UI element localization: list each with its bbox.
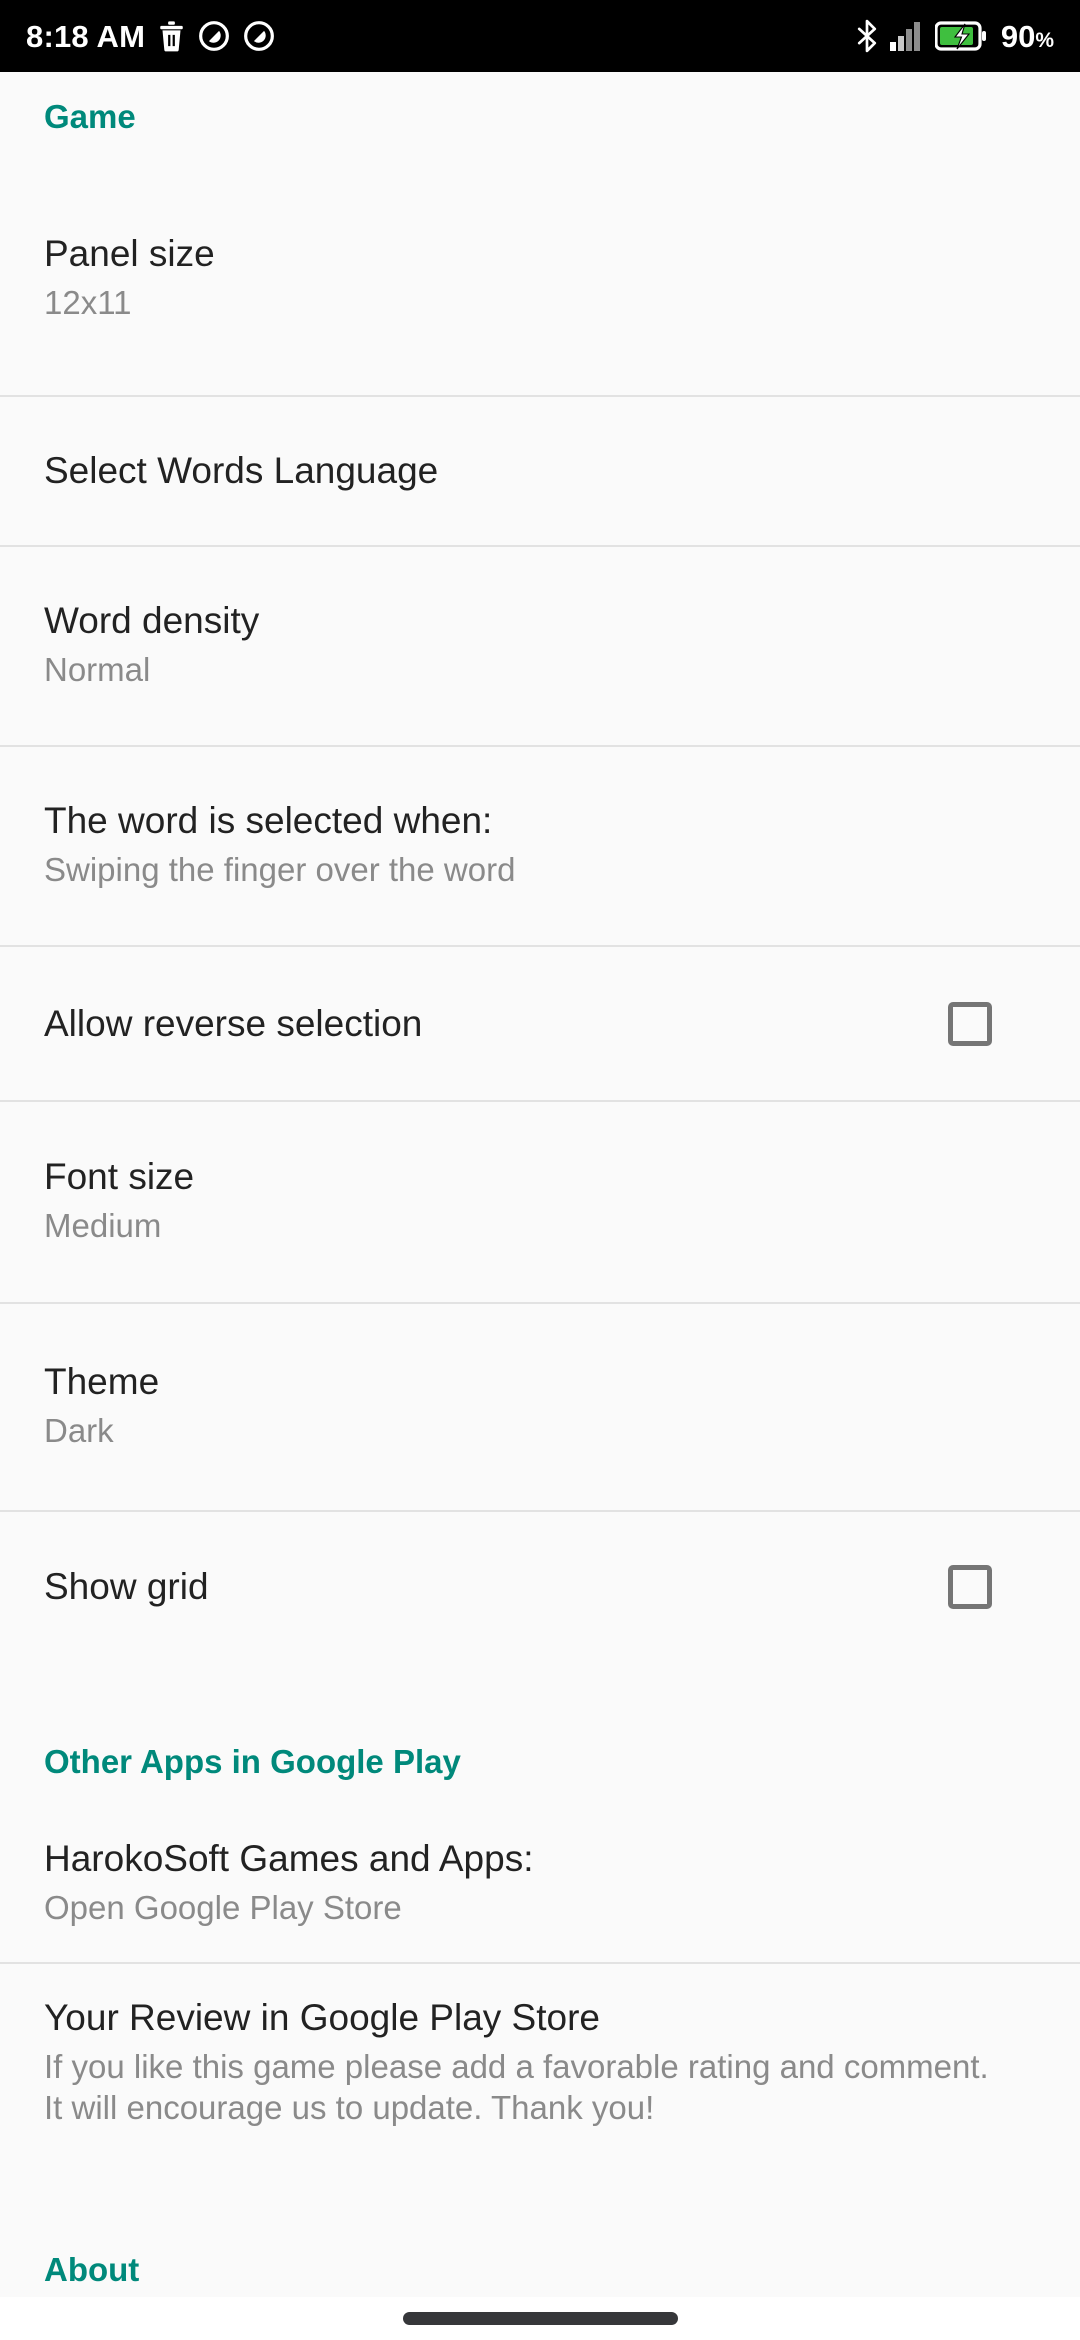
pref-show-grid-text: Show grid [44, 1567, 948, 1607]
pref-theme-summary: Dark [44, 1412, 114, 1450]
pref-font-size[interactable]: Font size Medium [0, 1102, 1080, 1302]
bluetooth-icon [855, 19, 879, 53]
pref-show-grid-title: Show grid [44, 1566, 209, 1608]
pref-allow-reverse-selection-text: Allow reverse selection [44, 1002, 948, 1044]
pref-harokosoft-games-title: HarokoSoft Games and Apps: [44, 1838, 534, 1880]
pref-word-density[interactable]: Word density Normal [0, 547, 1080, 745]
status-bar: 8:18 AM 90% [0, 0, 1080, 72]
pref-word-selected-when-title: The word is selected when: [44, 800, 493, 842]
checkbox-allow-reverse-selection[interactable] [948, 1001, 992, 1046]
status-bar-right: 90% [855, 19, 1054, 53]
pref-allow-reverse-selection[interactable]: Allow reverse selection [0, 947, 1080, 1100]
gesture-home-pill[interactable] [402, 2312, 678, 2325]
pref-font-size-text: Font size Medium [44, 1157, 1036, 1247]
pref-panel-size[interactable]: Panel size 12x11 [0, 163, 1080, 395]
pref-word-selected-when-text: The word is selected when: Swiping the f… [44, 801, 1036, 891]
pref-harokosoft-games-summary: Open Google Play Store [44, 1889, 402, 1927]
pref-theme-title: Theme [44, 1361, 160, 1403]
signal-bars-icon [889, 21, 924, 51]
pref-theme[interactable]: Theme Dark [0, 1304, 1080, 1510]
pref-word-density-text: Word density Normal [44, 601, 1036, 691]
pref-harokosoft-games[interactable]: HarokoSoft Games and Apps: Open Google P… [0, 1806, 1080, 1962]
battery-charging-icon [934, 21, 988, 51]
settings-list[interactable]: Game Panel size 12x11 Select Words Langu… [0, 72, 1080, 2297]
percent-symbol: % [1035, 28, 1054, 52]
pref-your-review-summary: If you like this game please add a favor… [44, 2047, 989, 2126]
pref-harokosoft-games-text: HarokoSoft Games and Apps: Open Google P… [44, 1839, 1036, 1929]
pref-panel-size-text: Panel size 12x11 [44, 234, 1036, 324]
phone-screen: 8:18 AM 90% Game Panel size 12x11 Select… [0, 0, 1080, 2340]
status-bar-left: 8:18 AM [26, 20, 275, 52]
trash-icon [158, 20, 185, 52]
pref-allow-reverse-selection-title: Allow reverse selection [44, 1002, 423, 1044]
section-header-game: Game [44, 98, 136, 135]
pref-word-density-summary: Normal [44, 651, 151, 689]
do-not-disturb-icon [198, 20, 230, 52]
pref-panel-size-summary: 12x11 [44, 284, 132, 322]
section-header-about: About [44, 2251, 140, 2288]
pref-theme-text: Theme Dark [44, 1362, 1036, 1452]
pref-panel-size-title: Panel size [44, 233, 215, 275]
pref-word-density-title: Word density [44, 600, 260, 642]
pref-select-words-language-title: Select Words Language [44, 450, 439, 492]
pref-word-selected-when-summary: Swiping the finger over the word [44, 851, 516, 889]
pref-select-words-language[interactable]: Select Words Language [0, 397, 1080, 545]
pref-your-review[interactable]: Your Review in Google Play Store If you … [0, 1964, 1080, 2210]
pref-font-size-summary: Medium [44, 1207, 162, 1245]
status-bar-clock: 8:18 AM [26, 18, 146, 54]
pref-word-selected-when[interactable]: The word is selected when: Swiping the f… [0, 747, 1080, 945]
battery-percent-value: 90 [1000, 18, 1036, 54]
checkbox-show-grid[interactable] [948, 1565, 992, 1609]
section-header-other-apps: Other Apps in Google Play [44, 1743, 461, 1780]
pref-font-size-title: Font size [44, 1156, 195, 1198]
pref-select-words-language-text: Select Words Language [44, 451, 1036, 491]
pref-your-review-title: Your Review in Google Play Store [44, 1997, 600, 2038]
battery-percent: 90% [1001, 21, 1054, 52]
pref-show-grid[interactable]: Show grid [0, 1512, 1080, 1662]
pref-your-review-text: Your Review in Google Play Store If you … [44, 1998, 1036, 2129]
do-not-disturb-icon [243, 20, 275, 52]
navigation-bar [0, 2297, 1080, 2340]
